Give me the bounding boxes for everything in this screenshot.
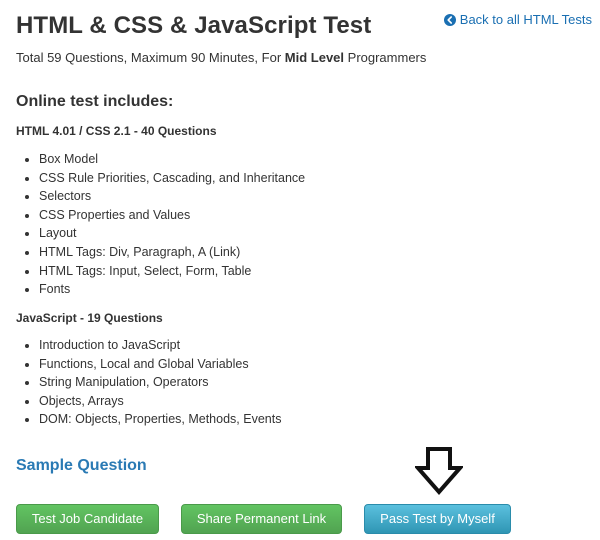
list-item: Introduction to JavaScript: [24, 336, 281, 355]
list-item: Layout: [24, 224, 305, 243]
circle-arrow-left-icon: [443, 13, 456, 26]
list-item: HTML Tags: Div, Paragraph, A (Link): [24, 243, 305, 262]
test-summary: Total 59 Questions, Maximum 90 Minutes, …: [16, 50, 426, 65]
list-item: Objects, Arrays: [24, 392, 281, 411]
test-job-candidate-button[interactable]: Test Job Candidate: [16, 504, 159, 534]
page-title: HTML & CSS & JavaScript Test: [16, 12, 372, 39]
list-item: String Manipulation, Operators: [24, 373, 281, 392]
back-link-label: Back to all HTML Tests: [459, 12, 592, 27]
javascript-topic-list: Introduction to JavaScript Functions, Lo…: [16, 336, 281, 429]
summary-level: Mid Level: [284, 50, 345, 65]
back-to-tests-link[interactable]: Back to all HTML Tests: [443, 12, 592, 27]
list-item: Box Model: [24, 150, 305, 169]
list-item: Fonts: [24, 280, 305, 299]
html-css-group-heading: HTML 4.01 / CSS 2.1 - 40 Questions: [16, 124, 217, 138]
includes-heading: Online test includes:: [16, 93, 174, 110]
list-item: Selectors: [24, 187, 305, 206]
list-item: CSS Properties and Values: [24, 206, 305, 225]
test-details-page: HTML & CSS & JavaScript Test Back to all…: [0, 0, 600, 540]
list-item: HTML Tags: Input, Select, Form, Table: [24, 262, 305, 281]
html-css-topic-list: Box Model CSS Rule Priorities, Cascading…: [16, 150, 305, 299]
list-item: CSS Rule Priorities, Cascading, and Inhe…: [24, 169, 305, 188]
down-arrow-icon: [413, 446, 465, 496]
javascript-group-heading: JavaScript - 19 Questions: [16, 311, 163, 325]
list-item: DOM: Objects, Properties, Methods, Event…: [24, 410, 281, 429]
pass-test-by-myself-button[interactable]: Pass Test by Myself: [364, 504, 511, 534]
summary-prefix: Total 59 Questions, Maximum 90 Minutes, …: [16, 50, 285, 65]
summary-suffix: Programmers: [344, 50, 427, 65]
list-item: Functions, Local and Global Variables: [24, 355, 281, 374]
share-permanent-link-button[interactable]: Share Permanent Link: [181, 504, 342, 534]
sample-question-link[interactable]: Sample Question: [16, 457, 147, 475]
